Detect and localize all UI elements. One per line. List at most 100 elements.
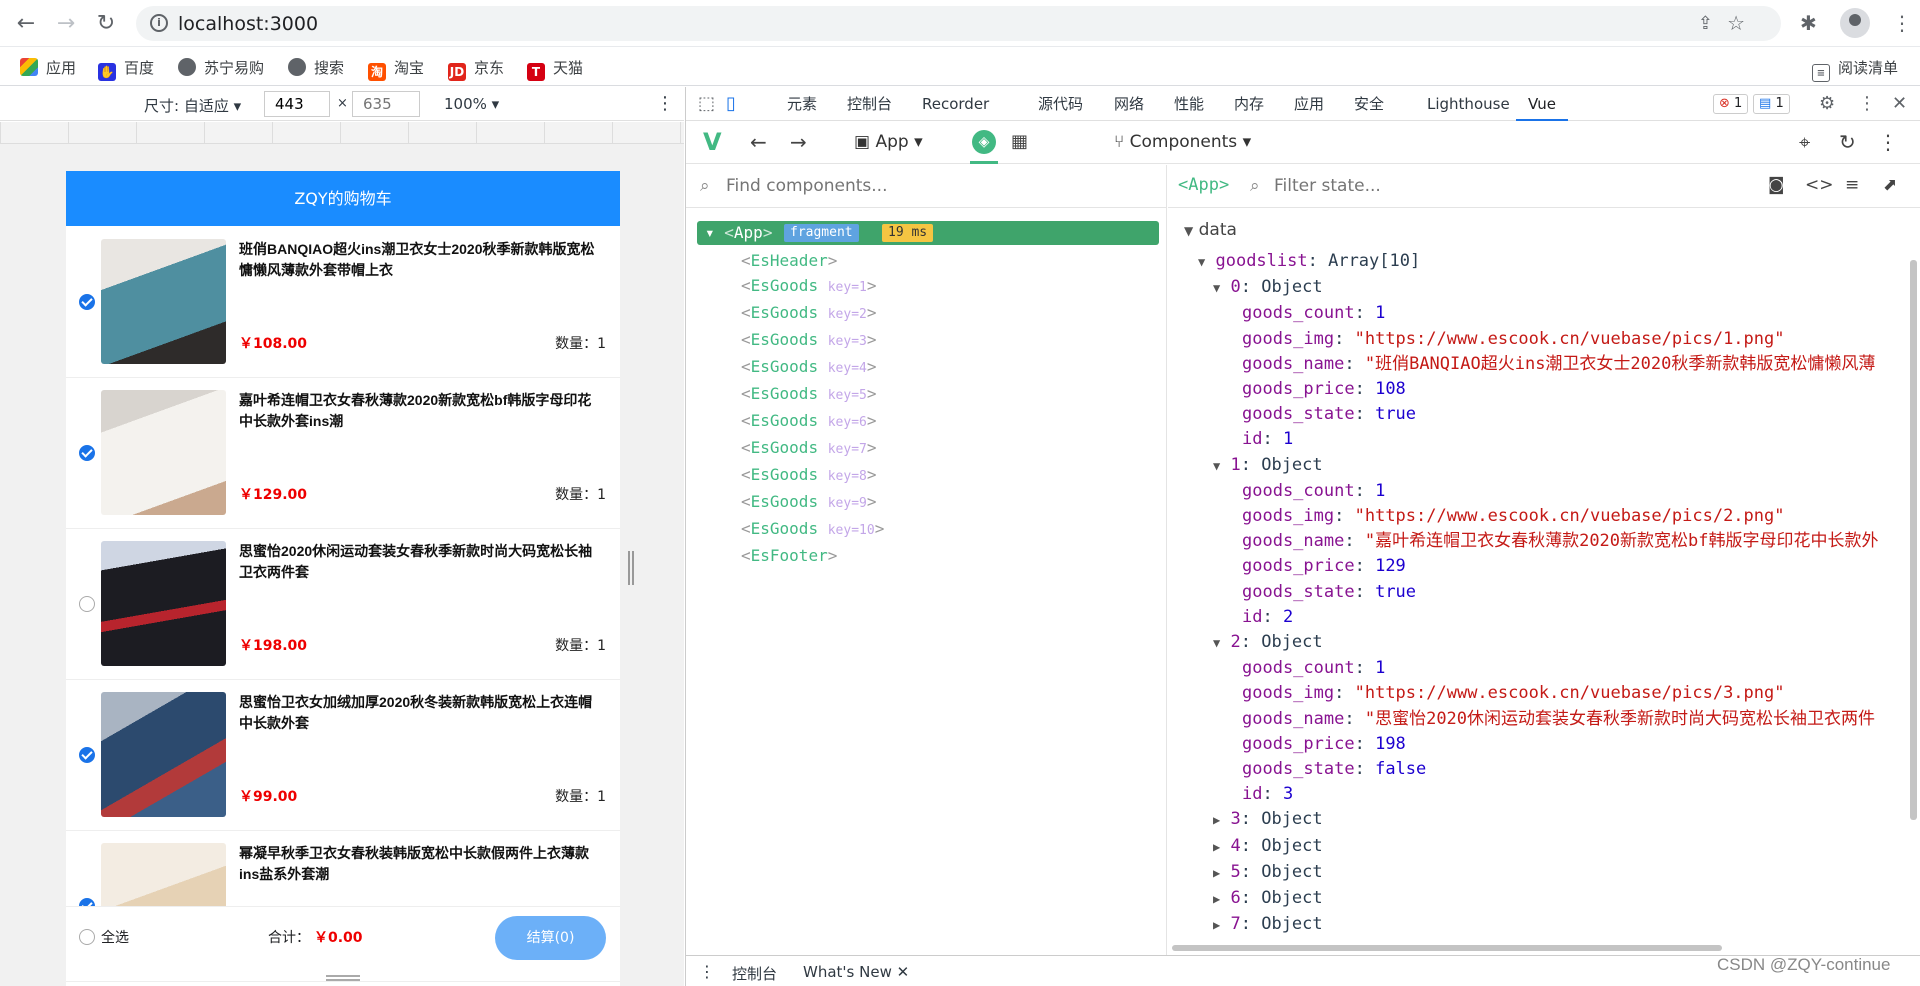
zoom-select[interactable]: 100% ▾ bbox=[444, 95, 499, 113]
drawer-tab-console[interactable]: 控制台 bbox=[732, 963, 777, 984]
bookmark-search[interactable]: 搜索 bbox=[288, 57, 344, 79]
object-row-collapsed[interactable]: ▶ 5: Object bbox=[1198, 860, 1879, 886]
prop-row[interactable]: goods_count: 1 bbox=[1198, 656, 1879, 681]
menu-icon[interactable]: ⋮ bbox=[1892, 11, 1912, 35]
prop-row[interactable]: goods_img: "https://www.escook.cn/vuebas… bbox=[1198, 327, 1879, 352]
more-icon[interactable]: ⋮ bbox=[1878, 130, 1898, 154]
tab-performance[interactable]: 性能 bbox=[1174, 87, 1204, 121]
tree-node-esgoods[interactable]: <EsGoods key=8> bbox=[741, 462, 884, 489]
close-icon[interactable]: ✕ bbox=[897, 963, 910, 981]
tab-security[interactable]: 安全 bbox=[1354, 87, 1384, 121]
vertical-scrollbar[interactable] bbox=[1910, 260, 1917, 820]
app-selector[interactable]: ▣ App ▾ bbox=[854, 132, 923, 152]
prop-row[interactable]: goods_price: 129 bbox=[1198, 554, 1879, 579]
info-icon[interactable]: i bbox=[150, 14, 168, 32]
prop-row[interactable]: goods_name: "嘉叶希连帽卫衣女春秋薄款2020新款宽松bf韩版字母印… bbox=[1198, 529, 1879, 554]
bookmark-apps[interactable]: 应用 bbox=[20, 57, 76, 79]
error-count-badge[interactable]: ⊗ 1 bbox=[1713, 94, 1749, 114]
tree-node-esgoods[interactable]: <EsGoods key=10> bbox=[741, 516, 884, 543]
scroll-to-icon[interactable]: ≡ bbox=[1845, 175, 1859, 195]
components-selector[interactable]: ⑂ Components ▾ bbox=[1114, 132, 1251, 152]
tree-node-esgoods[interactable]: <EsGoods key=7> bbox=[741, 435, 884, 462]
object-row[interactable]: ▼ 1: Object bbox=[1198, 453, 1879, 479]
selected-row[interactable]: ▾ <App> fragment 19 ms bbox=[697, 221, 1159, 245]
object-row[interactable]: ▼ 2: Object bbox=[1198, 630, 1879, 656]
code-icon[interactable]: <> bbox=[1805, 175, 1834, 195]
object-row-collapsed[interactable]: ▶ 3: Object bbox=[1198, 807, 1879, 833]
resize-handle-bottom[interactable] bbox=[326, 975, 360, 981]
more-options-icon[interactable]: ⋮ bbox=[656, 93, 674, 114]
object-row[interactable]: ▼ 0: Object bbox=[1198, 275, 1879, 301]
tab-application[interactable]: 应用 bbox=[1294, 87, 1324, 121]
bookmark-suning[interactable]: 苏宁易购 bbox=[178, 57, 264, 79]
forward-icon[interactable]: → bbox=[790, 130, 807, 154]
drawer-menu-icon[interactable]: ⋮ bbox=[699, 962, 715, 981]
prop-row[interactable]: goods_count: 1 bbox=[1198, 479, 1879, 504]
tree-node-esgoods[interactable]: <EsGoods key=4> bbox=[741, 354, 884, 381]
drawer-tab-whats-new[interactable]: What's New ✕ bbox=[803, 963, 909, 981]
goods-checkbox[interactable] bbox=[79, 747, 95, 763]
back-icon[interactable]: ← bbox=[750, 130, 767, 154]
object-row-collapsed[interactable]: ▶ 7: Object bbox=[1198, 912, 1879, 938]
prop-row[interactable]: goods_count: 1 bbox=[1198, 301, 1879, 326]
tree-node-esheader[interactable]: <EsHeader> bbox=[741, 248, 884, 273]
goods-checkbox[interactable] bbox=[79, 596, 95, 612]
address-bar[interactable]: i localhost:3000 ⇪ ☆ bbox=[136, 6, 1781, 41]
find-components-input[interactable] bbox=[726, 173, 1126, 199]
goodslist-row[interactable]: ▼ goodslist: Array[10] bbox=[1198, 249, 1879, 275]
data-section[interactable]: ▼ data bbox=[1184, 220, 1237, 240]
avatar[interactable] bbox=[1840, 8, 1870, 38]
bookmark-taobao[interactable]: 淘淘宝 bbox=[368, 57, 424, 81]
goods-checkbox[interactable] bbox=[79, 294, 95, 310]
open-external-icon[interactable]: ⬈ bbox=[1883, 175, 1897, 195]
target-icon[interactable]: ⌖ bbox=[1799, 130, 1810, 154]
prop-row[interactable]: id: 3 bbox=[1198, 782, 1879, 807]
inspect-icon[interactable]: ⬚ bbox=[698, 87, 715, 121]
forward-icon[interactable]: → bbox=[54, 12, 78, 36]
bookmark-baidu[interactable]: ✋ 百度 bbox=[98, 57, 154, 81]
goods-checkbox[interactable] bbox=[79, 445, 95, 461]
close-icon[interactable]: ✕ bbox=[1892, 87, 1907, 121]
tree-node-esgoods[interactable]: <EsGoods key=2> bbox=[741, 300, 884, 327]
prop-row[interactable]: goods_state: false bbox=[1198, 757, 1879, 782]
prop-row[interactable]: id: 2 bbox=[1198, 605, 1879, 630]
tree-node-esfooter[interactable]: <EsFooter> bbox=[741, 543, 884, 568]
tab-recorder[interactable]: Recorder bbox=[922, 87, 989, 121]
tab-console[interactable]: 控制台 bbox=[847, 87, 892, 121]
prop-row[interactable]: goods_price: 108 bbox=[1198, 377, 1879, 402]
prop-row[interactable]: goods_state: true bbox=[1198, 580, 1879, 605]
tree-node-esgoods[interactable]: <EsGoods key=1> bbox=[741, 273, 884, 300]
bookmark-jd[interactable]: JD 京东 bbox=[448, 57, 504, 81]
select-all-label[interactable]: 全选 bbox=[101, 927, 129, 947]
horizontal-scrollbar[interactable] bbox=[1172, 945, 1722, 951]
prop-row[interactable]: goods_img: "https://www.escook.cn/vuebas… bbox=[1198, 504, 1879, 529]
reading-list[interactable]: ≡ 阅读清单 bbox=[1812, 57, 1898, 82]
tab-sources[interactable]: 源代码 bbox=[1038, 87, 1083, 121]
timeline-icon[interactable]: ▦ bbox=[1011, 131, 1028, 152]
prop-row[interactable]: goods_price: 198 bbox=[1198, 732, 1879, 757]
tab-memory[interactable]: 内存 bbox=[1234, 87, 1264, 121]
tab-lighthouse[interactable]: Lighthouse bbox=[1427, 87, 1510, 121]
object-row-collapsed[interactable]: ▶ 4: Object bbox=[1198, 834, 1879, 860]
tab-network[interactable]: 网络 bbox=[1114, 87, 1144, 121]
tree-node-esgoods[interactable]: <EsGoods key=9> bbox=[741, 489, 884, 516]
prop-row[interactable]: goods_state: true bbox=[1198, 402, 1879, 427]
tab-vue[interactable]: Vue bbox=[1516, 87, 1568, 121]
resize-handle[interactable] bbox=[628, 551, 634, 585]
prop-row[interactable]: goods_name: "班俏BANQIAO超火ins潮卫衣女士2020秋季新款… bbox=[1198, 352, 1879, 377]
device-toggle-icon[interactable]: ▯ bbox=[726, 87, 736, 121]
prop-row[interactable]: goods_name: "思蜜怡2020休闲运动套装女春秋季新款时尚大码宽松长袖… bbox=[1198, 707, 1879, 732]
tree-node-esgoods[interactable]: <EsGoods key=5> bbox=[741, 381, 884, 408]
checkout-button[interactable]: 结算(0) bbox=[495, 916, 606, 960]
more-icon[interactable]: ⋮ bbox=[1858, 87, 1876, 121]
width-input[interactable] bbox=[264, 91, 330, 117]
bookmark-tmall[interactable]: T 天猫 bbox=[527, 57, 583, 81]
settings-icon[interactable]: ⚙ bbox=[1819, 87, 1835, 121]
share-icon[interactable]: ⇪ bbox=[1698, 13, 1713, 34]
back-icon[interactable]: ← bbox=[14, 12, 38, 36]
bookmark-star-icon[interactable]: ☆ bbox=[1727, 11, 1745, 35]
refresh-icon[interactable]: ↻ bbox=[1839, 130, 1856, 154]
device-size-select[interactable]: 尺寸: 自适应 ▾ bbox=[144, 95, 241, 116]
message-count-badge[interactable]: ▤ 1 bbox=[1753, 94, 1790, 114]
reload-icon[interactable]: ↻ bbox=[94, 12, 118, 36]
